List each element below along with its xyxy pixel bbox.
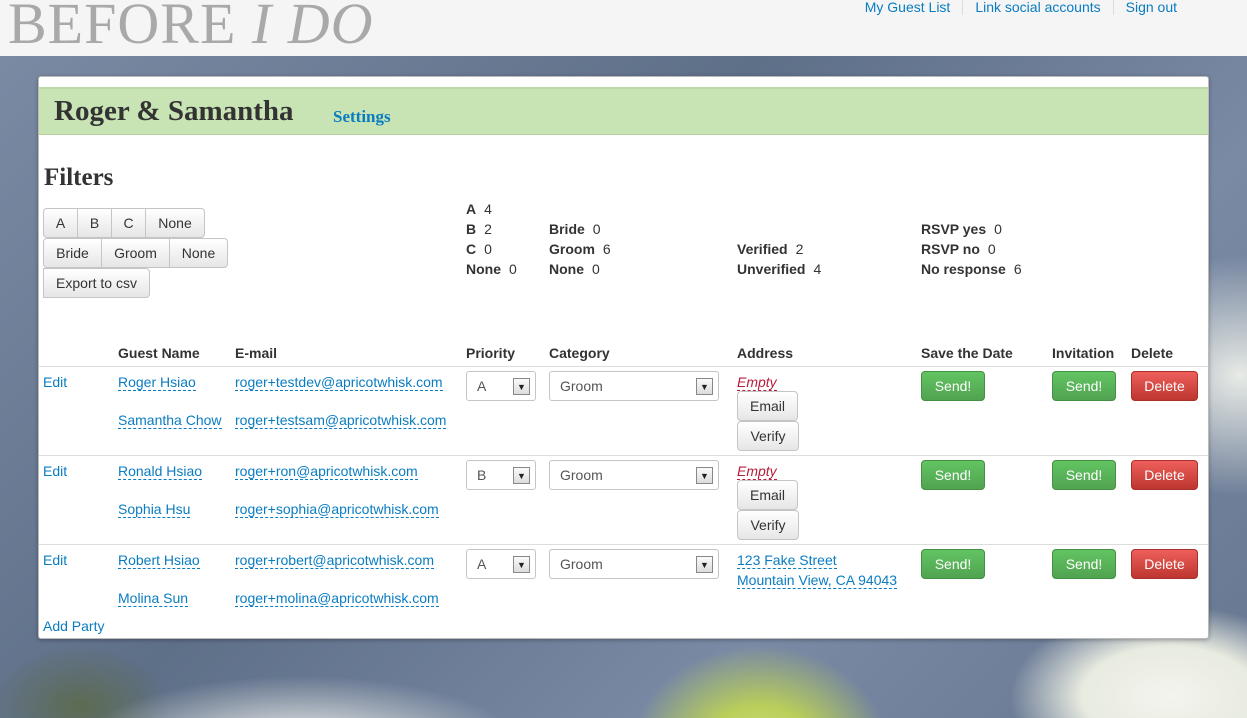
stat-category-bride: Bride 0: [549, 221, 601, 237]
chevron-down-icon: ▼: [696, 378, 713, 395]
col-delete: Delete: [1131, 345, 1174, 361]
priority-value: A: [477, 556, 487, 572]
filter-category-groom[interactable]: Groom: [102, 238, 170, 268]
site-logo[interactable]: BEFORE I DO: [8, 0, 373, 54]
stat-rsvp-yes: RSVP yes 0: [921, 221, 1002, 237]
stat-verified: Verified 2: [737, 241, 804, 257]
panel-header: Roger & Samantha Settings: [39, 87, 1208, 135]
category-value: Groom: [560, 467, 603, 483]
filter-priority-c[interactable]: C: [112, 208, 146, 238]
send-save-the-date-button[interactable]: Send!: [921, 549, 985, 579]
delete-party-button[interactable]: Delete: [1131, 460, 1198, 490]
verify-button[interactable]: Verify: [737, 510, 799, 540]
guest-email[interactable]: roger+sophia@apricotwhisk.com: [235, 501, 439, 518]
send-save-the-date-button[interactable]: Send!: [921, 371, 985, 401]
priority-select[interactable]: A ▼: [466, 371, 536, 401]
add-party-link[interactable]: Add Party: [43, 618, 104, 634]
guest-name[interactable]: Roger Hsiao: [118, 374, 196, 391]
nav-link-social-accounts[interactable]: Link social accounts: [962, 0, 1112, 15]
address-empty[interactable]: Empty: [737, 374, 777, 391]
category-select[interactable]: Groom ▼: [549, 460, 719, 490]
send-invitation-button[interactable]: Send!: [1052, 549, 1116, 579]
category-select[interactable]: Groom ▼: [549, 549, 719, 579]
col-category: Category: [549, 345, 610, 361]
export-group: Export to csv: [43, 268, 150, 298]
guest-name[interactable]: Robert Hsiao: [118, 552, 200, 569]
guest-name[interactable]: Samantha Chow: [118, 412, 222, 429]
top-nav: My Guest List Link social accounts Sign …: [853, 0, 1189, 15]
guest-name[interactable]: Sophia Hsu: [118, 501, 191, 518]
col-address: Address: [737, 345, 794, 361]
stat-priority-none: None 0: [466, 261, 517, 277]
settings-link[interactable]: Settings: [333, 107, 391, 127]
logo-main: BEFORE: [8, 0, 237, 56]
verify-button[interactable]: Verify: [737, 421, 799, 451]
edit-party-link[interactable]: Edit: [43, 552, 67, 568]
category-value: Groom: [560, 378, 603, 394]
top-bar: BEFORE I DO My Guest List Link social ac…: [0, 0, 1247, 56]
stat-category-groom: Groom 6: [549, 241, 611, 257]
stat-no-response: No response 6: [921, 261, 1022, 277]
guest-list-panel: Roger & Samantha Settings Filters A B C …: [38, 76, 1209, 639]
logo-italic: I DO: [251, 0, 374, 56]
email-button[interactable]: Email: [737, 480, 798, 510]
export-csv-button[interactable]: Export to csv: [43, 268, 150, 298]
filter-category-none[interactable]: None: [170, 238, 228, 268]
chevron-down-icon: ▼: [696, 556, 713, 573]
priority-filter-group: A B C None: [43, 208, 205, 238]
col-guest-name: Guest Name: [118, 345, 200, 361]
row-divider: [39, 544, 1208, 545]
col-invitation: Invitation: [1052, 345, 1115, 361]
edit-party-link[interactable]: Edit: [43, 463, 67, 479]
chevron-down-icon: ▼: [696, 467, 713, 484]
filter-category-bride[interactable]: Bride: [43, 238, 102, 268]
nav-sign-out[interactable]: Sign out: [1112, 0, 1189, 15]
priority-value: A: [477, 378, 487, 394]
category-value: Groom: [560, 556, 603, 572]
chevron-down-icon: ▼: [513, 556, 530, 573]
filter-priority-b[interactable]: B: [78, 208, 112, 238]
guest-email[interactable]: roger+robert@apricotwhisk.com: [235, 552, 435, 569]
guest-email[interactable]: roger+molina@apricotwhisk.com: [235, 590, 439, 607]
send-save-the-date-button[interactable]: Send!: [921, 460, 985, 490]
email-button[interactable]: Email: [737, 391, 798, 421]
filter-priority-none[interactable]: None: [146, 208, 205, 238]
filters-heading: Filters: [44, 164, 114, 191]
category-select[interactable]: Groom ▼: [549, 371, 719, 401]
row-divider: [39, 366, 1208, 367]
col-save-the-date: Save the Date: [921, 345, 1013, 361]
stat-category-none: None 0: [549, 261, 600, 277]
edit-party-link[interactable]: Edit: [43, 374, 67, 390]
send-invitation-button[interactable]: Send!: [1052, 460, 1116, 490]
stat-unverified: Unverified 4: [737, 261, 822, 277]
guest-email[interactable]: roger+testsam@apricotwhisk.com: [235, 412, 447, 429]
guest-email[interactable]: roger+testdev@apricotwhisk.com: [235, 374, 443, 391]
delete-party-button[interactable]: Delete: [1131, 371, 1198, 401]
col-priority: Priority: [466, 345, 516, 361]
address-line2[interactable]: Mountain View, CA 94043: [737, 572, 898, 589]
stat-priority-c: C0: [466, 241, 492, 257]
category-filter-group: Bride Groom None: [43, 238, 228, 268]
guest-name[interactable]: Ronald Hsiao: [118, 463, 203, 480]
guest-name[interactable]: Molina Sun: [118, 590, 189, 607]
delete-party-button[interactable]: Delete: [1131, 549, 1198, 579]
row-divider: [39, 455, 1208, 456]
chevron-down-icon: ▼: [513, 467, 530, 484]
address-empty[interactable]: Empty: [737, 463, 777, 480]
priority-value: B: [477, 467, 487, 483]
priority-select[interactable]: A ▼: [466, 549, 536, 579]
col-email: E-mail: [235, 345, 278, 361]
nav-my-guest-list[interactable]: My Guest List: [853, 0, 963, 15]
address-line1[interactable]: 123 Fake Street: [737, 552, 837, 569]
filter-priority-a[interactable]: A: [43, 208, 78, 238]
send-invitation-button[interactable]: Send!: [1052, 371, 1116, 401]
couple-title: Roger & Samantha: [54, 95, 294, 127]
chevron-down-icon: ▼: [513, 378, 530, 395]
priority-select[interactable]: B ▼: [466, 460, 536, 490]
stat-priority-b: B2: [466, 221, 492, 237]
guest-email[interactable]: roger+ron@apricotwhisk.com: [235, 463, 418, 480]
stat-priority-a: A4: [466, 201, 492, 217]
stat-rsvp-no: RSVP no 0: [921, 241, 996, 257]
